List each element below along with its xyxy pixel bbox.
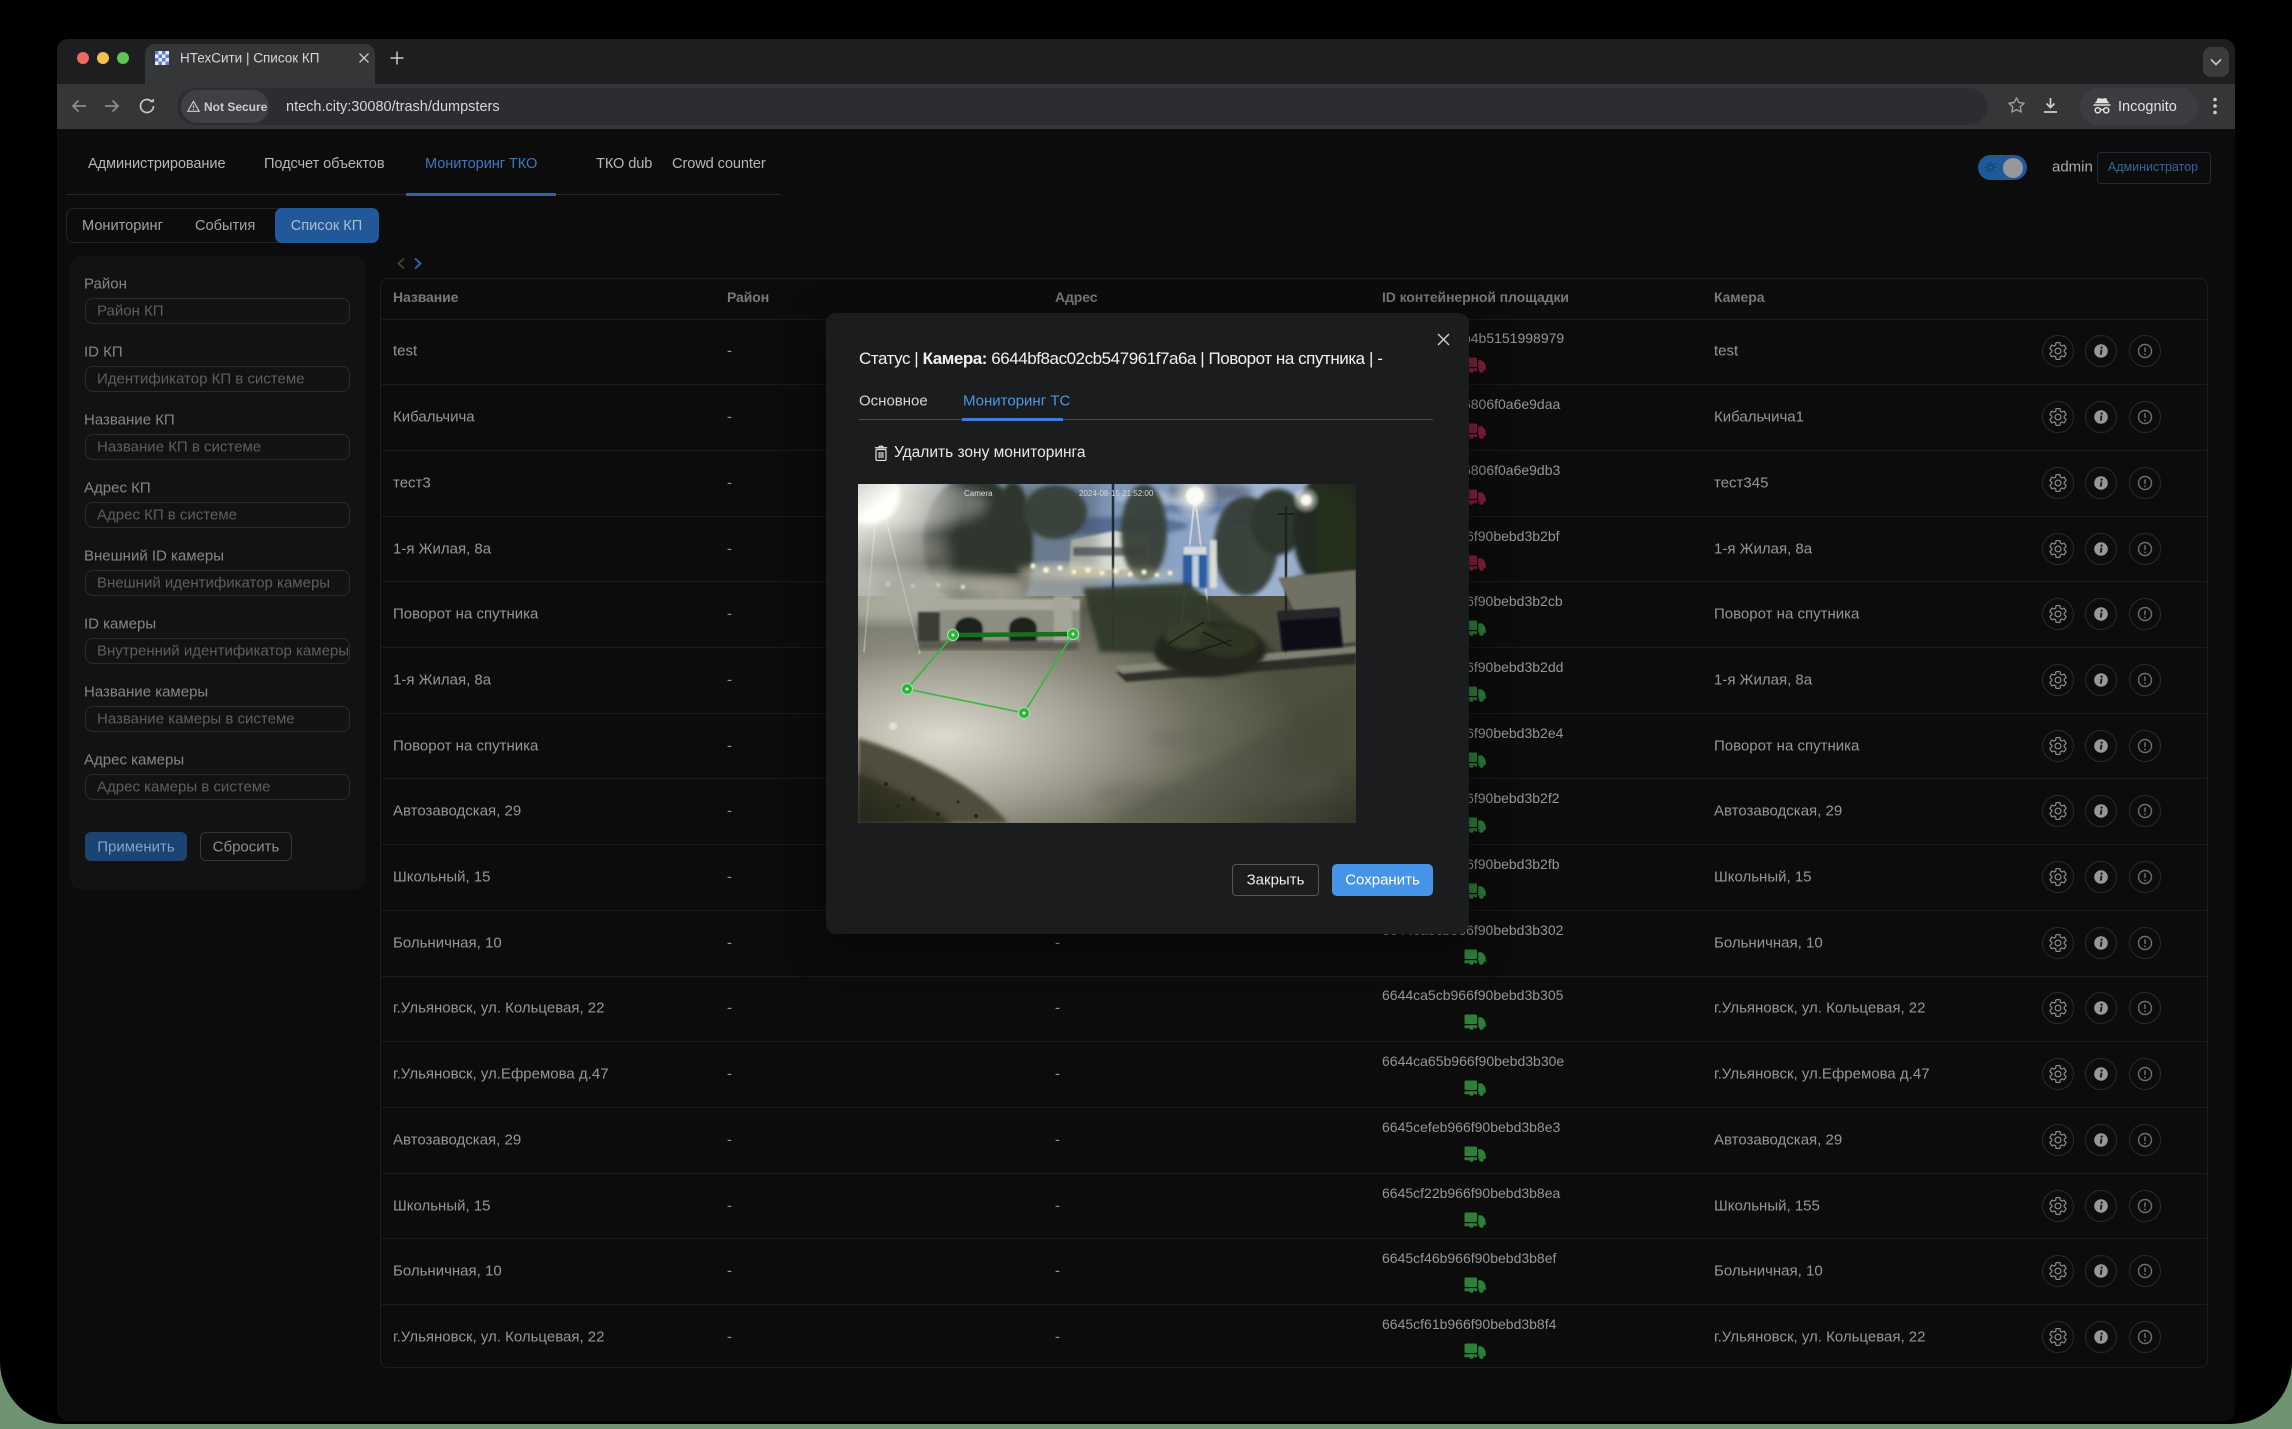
svg-text:Camera: Camera	[964, 489, 993, 498]
svg-text:2024-08-15 21:52:00: 2024-08-15 21:52:00	[1079, 489, 1154, 498]
